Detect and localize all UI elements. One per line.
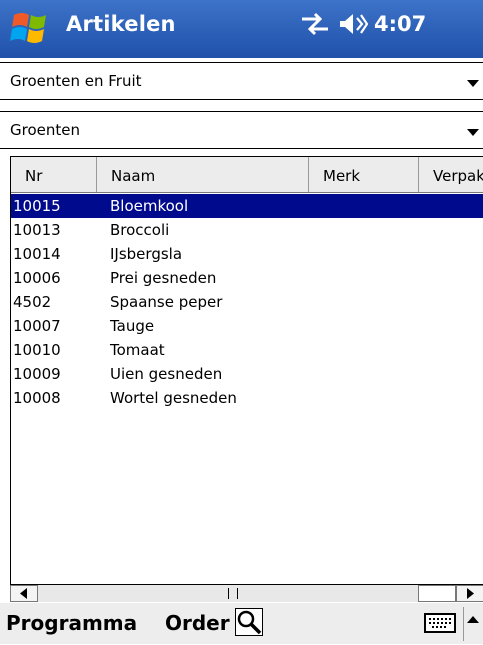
- scroll-thumb[interactable]: [418, 585, 456, 602]
- table-row[interactable]: 10008 Wortel gesneden: [11, 386, 483, 410]
- column-header-verpak[interactable]: Verpak: [419, 157, 483, 192]
- menu-order[interactable]: Order: [165, 611, 230, 635]
- cell-naam: Broccoli: [110, 221, 170, 239]
- sip-arrow-icon: [467, 616, 479, 623]
- windows-flag-icon[interactable]: [8, 9, 54, 49]
- arrow-right-icon: [467, 588, 474, 599]
- cell-naam: Tauge: [110, 317, 155, 335]
- table-row[interactable]: 10010 Tomaat: [11, 338, 483, 362]
- category-dropdown[interactable]: Groenten en Fruit: [0, 62, 483, 100]
- title-bar: Artikelen 4:07: [0, 0, 483, 58]
- cell-naam: IJsbergsla: [110, 245, 183, 263]
- table-row[interactable]: 4502 Spaanse peper: [11, 290, 483, 314]
- scroll-right-button[interactable]: [456, 585, 483, 602]
- sip-toggle[interactable]: [463, 607, 482, 641]
- clock[interactable]: 4:07: [374, 12, 426, 36]
- cell-nr: 10013: [13, 221, 61, 239]
- cell-nr: 10007: [13, 317, 61, 335]
- article-list[interactable]: Nr Naam Merk Verpak 10015 Bloemkool 1001…: [10, 156, 483, 584]
- window-title: Artikelen: [66, 12, 176, 36]
- magnifier-icon[interactable]: [235, 608, 263, 636]
- table-row[interactable]: 10015 Bloemkool: [11, 194, 483, 218]
- cell-naam: Uien gesneden: [110, 365, 223, 383]
- cell-naam: Wortel gesneden: [110, 389, 237, 407]
- cell-naam: Prei gesneden: [110, 269, 217, 287]
- cell-naam: Bloemkool: [110, 197, 189, 215]
- table-row[interactable]: 10013 Broccoli: [11, 218, 483, 242]
- cell-nr: 10006: [13, 269, 61, 287]
- connectivity-arrows-icon[interactable]: [300, 12, 330, 36]
- subcategory-dropdown[interactable]: Groenten: [0, 111, 483, 149]
- cell-naam: Tomaat: [110, 341, 165, 359]
- arrow-left-icon: [20, 588, 27, 599]
- cell-nr: 10009: [13, 365, 61, 383]
- table-row[interactable]: 10007 Tauge: [11, 314, 483, 338]
- cell-nr: 10014: [13, 245, 61, 263]
- menu-bar: Programma Order: [0, 602, 483, 644]
- table-row[interactable]: 10006 Prei gesneden: [11, 266, 483, 290]
- column-header-naam[interactable]: Naam: [97, 157, 309, 192]
- table-row[interactable]: 10014 IJsbergsla: [11, 242, 483, 266]
- table-row[interactable]: 10009 Uien gesneden: [11, 362, 483, 386]
- chevron-down-icon[interactable]: [467, 129, 479, 136]
- horizontal-scrollbar[interactable]: [10, 584, 483, 602]
- speaker-icon[interactable]: [338, 12, 368, 36]
- cell-nr: 4502: [13, 293, 52, 311]
- cell-nr: 10008: [13, 389, 61, 407]
- cell-naam: Spaanse peper: [110, 293, 223, 311]
- status-area: 4:07: [300, 12, 426, 36]
- chevron-down-icon[interactable]: [467, 80, 479, 87]
- subcategory-value: Groenten: [10, 121, 80, 139]
- menu-programma[interactable]: Programma: [6, 611, 137, 635]
- list-header: Nr Naam Merk Verpak: [11, 157, 483, 193]
- keyboard-icon[interactable]: [423, 609, 457, 637]
- column-header-merk[interactable]: Merk: [309, 157, 419, 192]
- cell-nr: 10015: [13, 197, 61, 215]
- cell-nr: 10010: [13, 341, 61, 359]
- column-header-nr[interactable]: Nr: [11, 157, 97, 192]
- scrollbar-grip-icon[interactable]: [228, 588, 238, 599]
- scroll-left-button[interactable]: [10, 585, 38, 602]
- category-value: Groenten en Fruit: [10, 72, 142, 90]
